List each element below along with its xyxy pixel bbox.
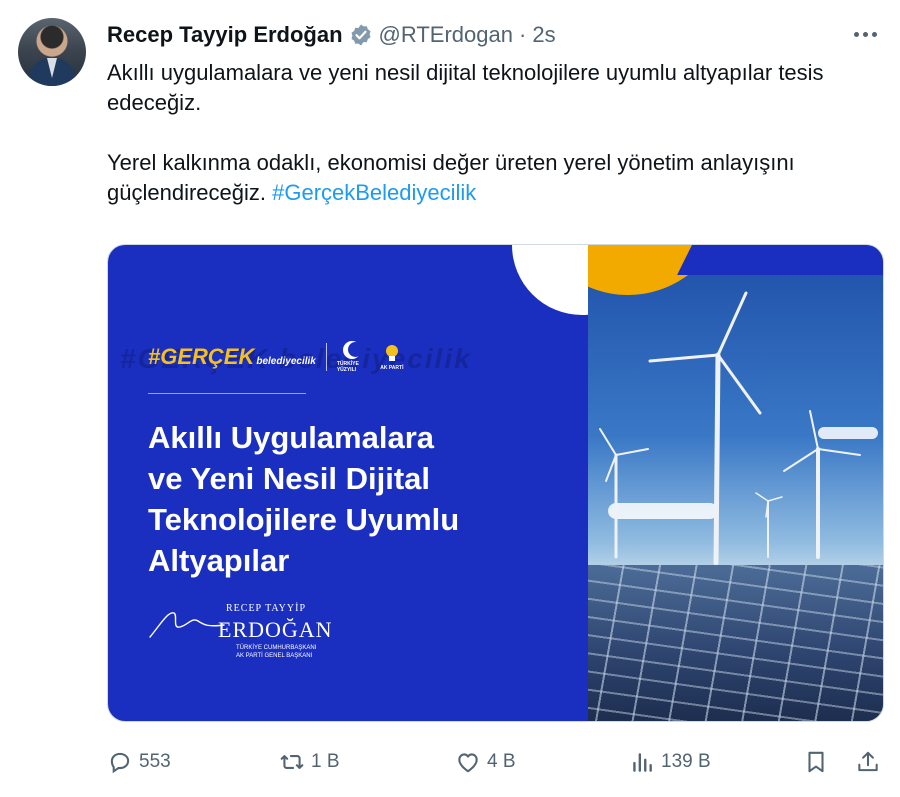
share-icon — [858, 751, 878, 772]
decorative-circle — [512, 245, 588, 315]
signature-block: RECEP TAYYİP ERDOĞAN TÜRKİYE CUMHURBAŞKA… — [148, 597, 388, 667]
like-icon — [458, 753, 478, 773]
views-button[interactable]: 139 B — [629, 744, 711, 780]
tweet-paragraph-1: Akıllı uygulamalara ve yeni nesil dijita… — [107, 60, 824, 115]
like-button[interactable]: 4 B — [455, 744, 516, 780]
like-count: 4 B — [487, 751, 516, 772]
media-headline: Akıllı Uygulamalara ve Yeni Nesil Dijita… — [141, 417, 568, 581]
author-handle[interactable]: @RTErdogan — [379, 22, 513, 48]
tweet-paragraph-2: Yerel kalkınma odaklı, ekonomisi değer ü… — [107, 148, 867, 208]
logo1-caption: TÜRKİYE YÜZYILI — [336, 361, 359, 373]
bookmark-icon — [808, 751, 824, 773]
more-dot — [871, 31, 877, 37]
headline-line: Akıllı Uygulamalara — [148, 420, 435, 455]
share-button[interactable] — [855, 744, 881, 780]
crescent-icon — [342, 341, 363, 359]
headline-last-text: Altyapılar — [148, 543, 290, 578]
turkiye-yuzyili-logo-icon: TÜRKİYE YÜZYILI — [337, 341, 367, 373]
tweet-actions-bar: 553 1 B 4 B 139 B — [107, 744, 884, 780]
signature-scribble-icon — [149, 612, 225, 638]
media-photo-wind-solar — [588, 245, 883, 721]
signature-first-names: RECEP TAYYİP — [226, 603, 307, 614]
signature-title-2: AK PARTİ GENEL BAŞKANI — [236, 653, 313, 659]
retweet-icon — [280, 755, 304, 769]
lightbulb-icon — [383, 343, 401, 363]
logo-divider — [325, 343, 327, 371]
more-dot — [862, 31, 868, 37]
ak-parti-logo-icon: AK PARTİ — [377, 343, 407, 371]
campaign-tag: #GERÇEK belediyecilik — [148, 344, 316, 370]
tweet: Recep Tayyip Erdoğan @RTErdogan · 2s Akı… — [0, 0, 900, 797]
tweet-timestamp[interactable]: 2s — [532, 22, 555, 48]
more-icon[interactable] — [848, 22, 882, 46]
divider-line — [148, 393, 306, 394]
header-separator: · — [519, 22, 527, 47]
headline-line: Teknolojilere Uyumlu — [148, 502, 460, 537]
reply-icon — [110, 752, 130, 774]
solar-panels — [588, 565, 883, 721]
hashtag-link[interactable]: #GerçekBelediyecilik — [272, 180, 476, 205]
campaign-tag-main: #GERÇEK — [148, 344, 255, 369]
retweet-button[interactable]: 1 B — [279, 744, 340, 780]
verified-badge-icon[interactable] — [349, 23, 373, 47]
campaign-tag-suffix: belediyecilik — [256, 356, 316, 367]
more-dot — [853, 31, 859, 37]
headline-line: ve Yeni Nesil Dijital — [148, 461, 431, 496]
signature-surname: ERDOĞAN — [218, 617, 333, 642]
logo2-caption: AK PARTİ — [380, 365, 404, 371]
reply-button[interactable]: 553 — [107, 744, 171, 780]
reply-count: 553 — [139, 751, 171, 772]
views-icon — [633, 753, 652, 772]
tweet-text: Akıllı uygulamalara ve yeni nesil dijita… — [107, 58, 867, 208]
tweet-header: Recep Tayyip Erdoğan @RTErdogan · 2s — [107, 20, 556, 50]
tweet-media-image[interactable]: #GERÇEK belediyecilik #GERÇEK belediyecil… — [107, 244, 884, 722]
author-avatar[interactable] — [18, 18, 86, 86]
signature-title-1: TÜRKİYE CUMHURBAŞKANI — [236, 645, 317, 651]
views-count: 139 B — [661, 751, 711, 772]
bookmark-button[interactable] — [803, 744, 829, 780]
author-name[interactable]: Recep Tayyip Erdoğan — [107, 22, 343, 48]
retweet-count: 1 B — [311, 751, 340, 772]
headline-last-line: Altyapılar — [141, 540, 296, 581]
media-left-panel: #GERÇEK belediyecilik #GERÇEK belediyecil… — [108, 245, 588, 721]
campaign-logos: #GERÇEK belediyecilik TÜRKİYE YÜZYILI AK … — [148, 341, 407, 373]
